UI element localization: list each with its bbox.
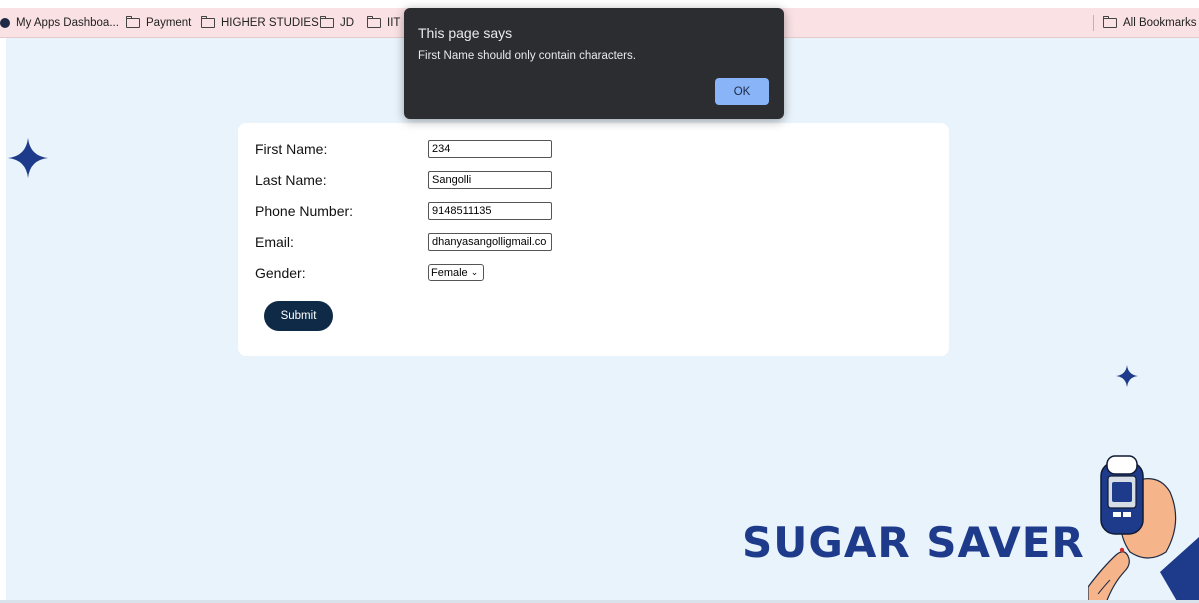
all-bookmarks-label: All Bookmarks xyxy=(1123,17,1197,29)
folder-icon xyxy=(125,15,140,28)
submit-button[interactable]: Submit xyxy=(264,301,333,331)
browser-top-edge xyxy=(0,0,1199,8)
gender-select[interactable]: Female ⌄ xyxy=(428,264,484,281)
dialog-message: First Name should only contain character… xyxy=(418,50,636,62)
bookmark-label: IIT xyxy=(387,17,401,29)
sparkle-icon-small xyxy=(1116,365,1138,387)
folder-icon xyxy=(200,15,215,28)
first-name-input[interactable]: 234 xyxy=(428,140,552,158)
bookmark-label: HIGHER STUDIES xyxy=(221,17,319,29)
bookmark-jd[interactable]: JD xyxy=(319,8,355,38)
phone-number-label: Phone Number: xyxy=(255,203,354,219)
registration-form: First Name: 234 Last Name: Sangolli Phon… xyxy=(238,123,949,356)
gender-selected-value: Female xyxy=(431,266,468,279)
email-label: Email: xyxy=(255,234,294,250)
page-left-edge xyxy=(0,38,6,603)
brand-logo-text: SUGAR SAVER xyxy=(742,518,1085,567)
bookmark-my-apps[interactable]: My Apps Dashboa... xyxy=(0,8,119,38)
glucose-meter-illustration xyxy=(1088,455,1199,603)
chevron-down-icon: ⌄ xyxy=(470,267,479,277)
sparkle-icon xyxy=(8,138,48,178)
bookmark-label: My Apps Dashboa... xyxy=(16,17,119,29)
first-name-label: First Name: xyxy=(255,141,328,157)
bookmark-iit[interactable]: IIT xyxy=(366,8,401,38)
bookmark-payment[interactable]: Payment xyxy=(125,8,192,38)
bookmark-higher-studies[interactable]: HIGHER STUDIES xyxy=(200,8,319,38)
app-icon xyxy=(0,18,10,28)
folder-icon xyxy=(366,15,381,28)
dialog-title: This page says xyxy=(418,25,513,41)
ok-button[interactable]: OK xyxy=(715,78,769,105)
folder-icon xyxy=(319,15,334,28)
alert-dialog: This page says First Name should only co… xyxy=(404,8,784,119)
bookmarks-divider xyxy=(1093,15,1094,31)
folder-icon xyxy=(1102,15,1117,28)
gender-label: Gender: xyxy=(255,265,306,281)
last-name-label: Last Name: xyxy=(255,172,327,188)
email-input[interactable]: dhanyasangolligmail.co xyxy=(428,233,552,251)
last-name-input[interactable]: Sangolli xyxy=(428,171,552,189)
phone-number-input[interactable]: 9148511135 xyxy=(428,202,552,220)
all-bookmarks-button[interactable]: All Bookmarks xyxy=(1102,8,1197,38)
bookmark-label: Payment xyxy=(146,17,192,29)
bookmark-label: JD xyxy=(340,17,355,29)
